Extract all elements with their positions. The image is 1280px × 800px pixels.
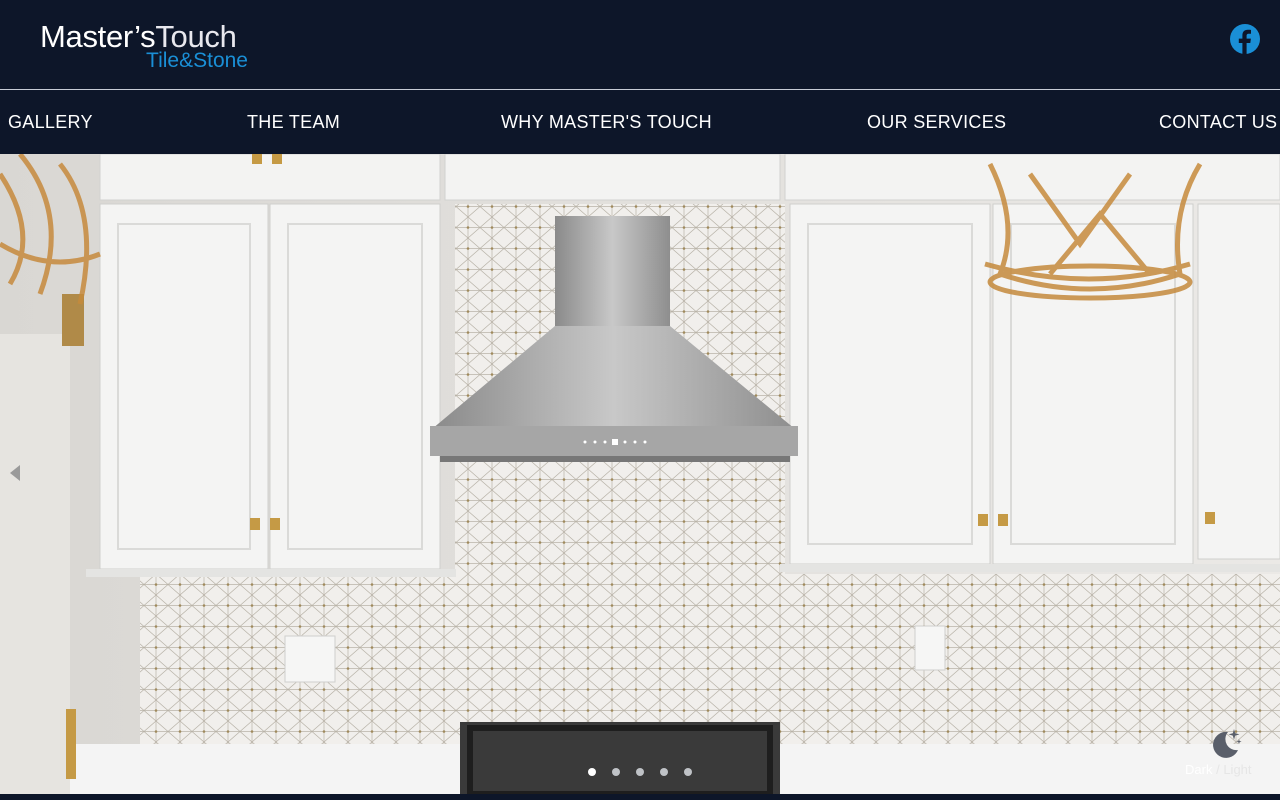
theme-separator: / (1216, 762, 1220, 777)
theme-toggle-label: Dark / Light (1185, 762, 1252, 777)
nav-why-masters-touch[interactable]: WHY MASTER'S TOUCH (501, 112, 712, 132)
brand-logo[interactable]: Master’sTouch Tile&Stone (40, 20, 255, 72)
nav-the-team[interactable]: THE TEAM (247, 112, 340, 132)
footer-bar (0, 794, 1280, 800)
nav-gallery[interactable]: GALLERY (8, 112, 93, 132)
nav-our-services[interactable]: OUR SERVICES (867, 112, 1006, 132)
theme-dark-label[interactable]: Dark (1185, 762, 1212, 777)
main-navigation: GALLERY THE TEAM WHY MASTER'S TOUCH OUR … (0, 90, 1280, 154)
moon-stars-icon (1213, 729, 1242, 758)
kitchen-backsplash-image (0, 154, 1280, 794)
nav-contact-us[interactable]: CONTACT US (1159, 112, 1277, 132)
chevron-left-icon[interactable] (10, 465, 20, 481)
hero-slideshow (0, 154, 1280, 794)
facebook-icon[interactable] (1230, 24, 1260, 54)
theme-toggle[interactable]: Dark / Light (1180, 726, 1270, 780)
slide-dot-5[interactable] (684, 768, 692, 776)
site-header: Master’sTouch Tile&Stone (0, 0, 1280, 89)
slide-dot-2[interactable] (612, 768, 620, 776)
slide-dot-4[interactable] (660, 768, 668, 776)
slide-dot-3[interactable] (636, 768, 644, 776)
logo-tagline: Tile&Stone (146, 49, 248, 72)
theme-light-label[interactable]: Light (1223, 762, 1251, 777)
slide-dot-1[interactable] (588, 768, 596, 776)
